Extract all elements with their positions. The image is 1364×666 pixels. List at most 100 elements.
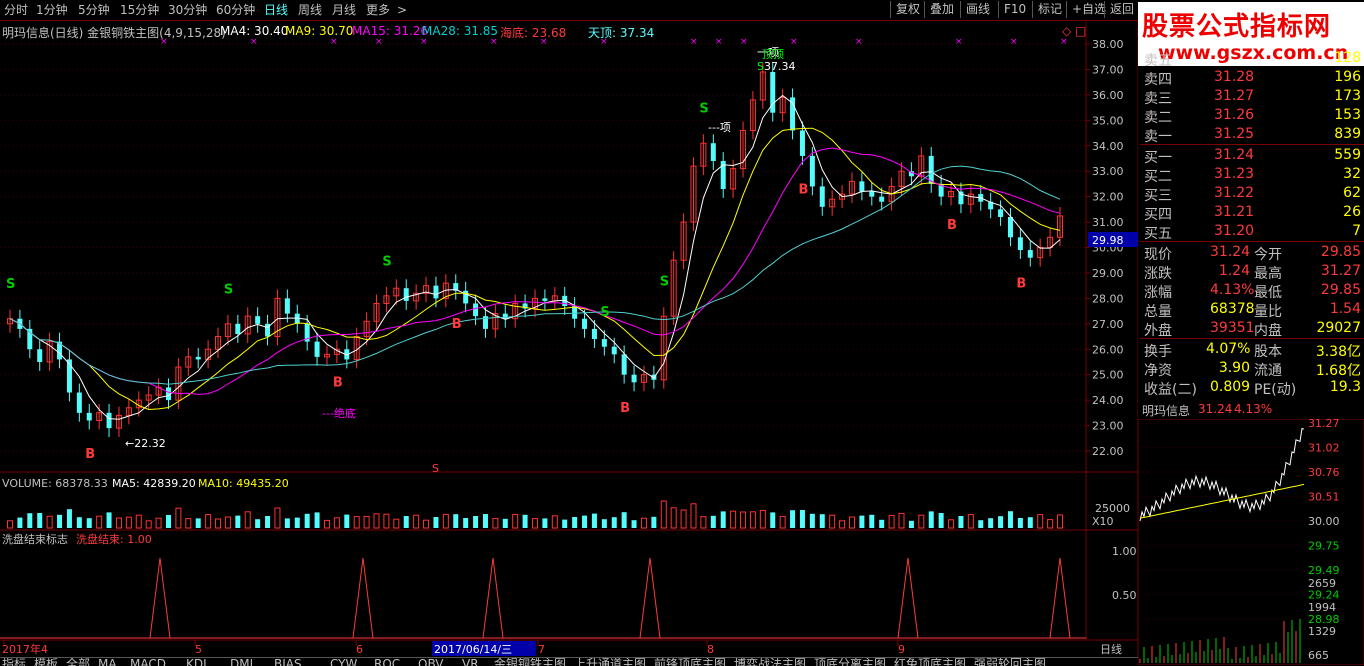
volume-bar xyxy=(621,512,627,528)
top-x-marker: × xyxy=(490,37,498,47)
volume-bar xyxy=(790,510,796,528)
volume-bar xyxy=(135,514,142,529)
volume-ma10: MA10: 49435.20 xyxy=(198,477,289,490)
washout-spike xyxy=(639,557,661,639)
volume-bar xyxy=(482,514,488,528)
volume-bar xyxy=(314,512,320,528)
volume-bar xyxy=(383,513,390,529)
stat-total: 68378 xyxy=(1210,301,1255,317)
overlay-button[interactable]: 叠加 xyxy=(924,1,959,18)
ask-row[interactable]: 卖三 31.27 173 xyxy=(1140,88,1364,107)
volume-bar xyxy=(57,514,63,528)
volume-bar xyxy=(1057,514,1063,529)
volume-bar xyxy=(96,515,103,529)
ask-row[interactable]: 卖二 31.26 153 xyxy=(1140,107,1364,126)
bid-row[interactable]: 买四 31.21 26 xyxy=(1140,204,1364,223)
volume-bar xyxy=(175,507,182,529)
bid-row[interactable]: 买二 31.23 32 xyxy=(1140,166,1364,185)
ask-row[interactable]: 卖四 31.28 196 xyxy=(1140,69,1364,88)
volume-bar xyxy=(988,518,994,528)
volume-axis-unit: X10 xyxy=(1092,515,1114,528)
candle-body xyxy=(998,209,1004,217)
back-button[interactable]: 返回 xyxy=(1104,1,1139,18)
stat-label: 总量 xyxy=(1144,304,1172,320)
volume-bar xyxy=(294,517,300,528)
period-tab-fenshi[interactable]: 分时 xyxy=(4,2,28,18)
ask-row[interactable]: 卖五 128 xyxy=(1140,50,1364,69)
price-tick-label: 28.00 xyxy=(1092,292,1124,305)
volume-bar xyxy=(611,517,617,528)
volume-bar xyxy=(473,516,479,528)
ask-row[interactable]: 卖一 31.25 839 xyxy=(1140,126,1364,145)
buy-signal: B xyxy=(85,447,95,462)
mini-axis-label: 29.75 xyxy=(1308,540,1340,553)
volume-bar xyxy=(265,516,271,528)
bid-row[interactable]: 买三 31.22 62 xyxy=(1140,185,1364,204)
kline-chart[interactable]: × × × × × × × × × × × × × × × × S S S S S S B B B B B B B 38.00 37.00… xyxy=(0,20,1138,657)
mark-button[interactable]: 标记 xyxy=(1032,1,1067,18)
bid-row[interactable]: 买五 31.20 7 xyxy=(1140,223,1364,242)
volume-bar xyxy=(967,514,974,529)
volume-bar xyxy=(205,514,212,529)
period-tab-daily[interactable]: 日线 xyxy=(264,2,288,18)
mini-price: 31.24 xyxy=(1198,402,1233,416)
candle-body xyxy=(611,346,617,355)
candle-body xyxy=(859,181,865,192)
candle-body xyxy=(403,288,409,301)
volume-bar xyxy=(353,516,360,529)
ma-line xyxy=(9,165,1061,385)
top-x-marker: × xyxy=(420,37,428,47)
intraday-mini-chart[interactable]: 31.27 31.02 30.76 30.51 30.00 29.75 29.49 29.24… xyxy=(1138,419,1364,665)
chevron-right-icon[interactable]: > xyxy=(397,2,407,18)
price-tick-label: 37.00 xyxy=(1092,63,1124,76)
period-tab-weekly[interactable]: 周线 xyxy=(298,2,322,18)
ma-line xyxy=(9,94,1061,420)
top-x-marker: × xyxy=(715,37,723,47)
candle-body xyxy=(601,339,607,347)
f10-button[interactable]: F10 xyxy=(998,1,1031,18)
date-cursor-label: 2017/06/14/三 xyxy=(434,643,512,656)
period-tab-more[interactable]: 更多 xyxy=(366,2,390,18)
volume-bar xyxy=(76,517,82,528)
bid-row[interactable]: 买一 31.24 559 xyxy=(1140,147,1364,166)
stat-pct: 4.13% xyxy=(1210,282,1255,298)
volume-bar xyxy=(749,511,756,529)
top-x-marker: × xyxy=(790,37,798,47)
top-x-marker: × xyxy=(250,37,258,47)
period-tab-1min[interactable]: 1分钟 xyxy=(36,2,68,18)
sell-signal: S xyxy=(224,282,233,297)
mini-pct: 4.13% xyxy=(1234,402,1273,416)
period-tab-30min[interactable]: 30分钟 xyxy=(168,2,207,18)
volume-bar xyxy=(244,511,251,529)
volume-bar xyxy=(433,517,439,528)
volume-bar xyxy=(908,520,914,528)
candle-body xyxy=(710,143,716,162)
period-tab-15min[interactable]: 15分钟 xyxy=(120,2,159,18)
volume-bar xyxy=(86,518,92,528)
period-tab-60min[interactable]: 60分钟 xyxy=(216,2,255,18)
stat-inner: 29027 xyxy=(1316,320,1361,336)
period-tab-monthly[interactable]: 月线 xyxy=(332,2,356,18)
draw-line-button[interactable]: 画线 xyxy=(960,1,995,18)
high-s-annotation: S xyxy=(757,60,764,73)
volume-bar xyxy=(393,518,400,529)
volume-bar xyxy=(631,520,637,528)
candle-body xyxy=(591,328,597,340)
stat-label: 股本 xyxy=(1254,344,1282,360)
volume-bar xyxy=(710,515,716,528)
volume-bar xyxy=(770,512,776,528)
fuquan-button[interactable]: 复权 xyxy=(890,1,925,18)
stat-label: 内盘 xyxy=(1254,323,1282,339)
volume-bar xyxy=(690,503,697,529)
volume-bar xyxy=(938,513,944,528)
period-tab-5min[interactable]: 5分钟 xyxy=(78,2,110,18)
top-x-marker: × xyxy=(160,37,168,47)
volume-bar xyxy=(185,518,192,529)
volume-bar xyxy=(333,517,340,529)
volume-bar xyxy=(502,518,508,528)
volume-bar xyxy=(7,520,13,529)
stat-label: 涨跌 xyxy=(1144,266,1172,282)
candle-body xyxy=(809,155,815,187)
volume-bar xyxy=(284,518,290,528)
stat-label: 现价 xyxy=(1144,247,1172,263)
